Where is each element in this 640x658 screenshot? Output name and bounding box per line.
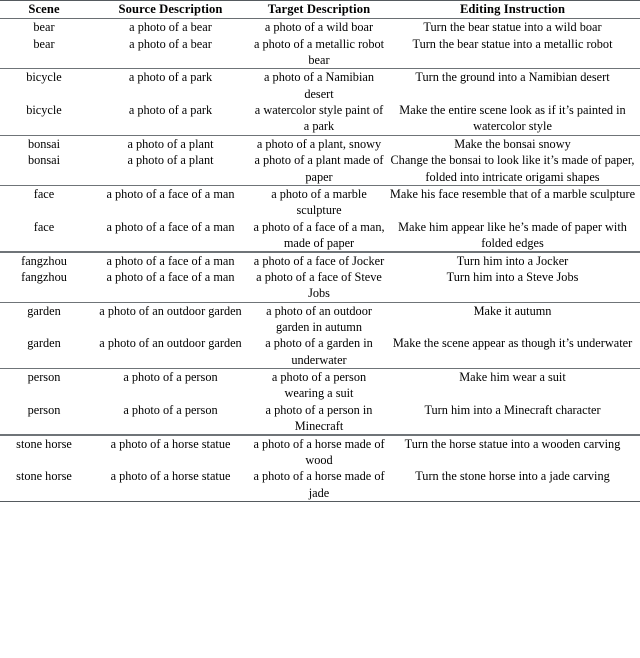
cell-editing-instruction: Turn him into a Minecraft character xyxy=(424,402,601,417)
cell-target-description: a photo of a person in Minecraft xyxy=(265,402,373,434)
cell-scene: stone horse xyxy=(16,436,72,451)
cell-editing-instruction: Make the bonsai snowy xyxy=(454,136,571,151)
table-header: Scene Source Description Target Descript… xyxy=(0,1,640,20)
cell-target-description: a photo of a horse made of wood xyxy=(253,436,385,467)
cell-source-description: a photo of an outdoor garden xyxy=(99,336,242,351)
cell-editing-instruction: Turn him into a Jocker xyxy=(456,253,569,268)
cell-target-description: a photo of a Namibian desert xyxy=(264,70,374,101)
cell-target-description: a photo of an outdoor garden in autumn xyxy=(266,303,372,334)
column-header-target-description: Target Description xyxy=(267,2,371,17)
cell-source-description: a photo of a plant xyxy=(127,153,214,168)
cell-scene: bear xyxy=(33,36,55,51)
cell-scene: garden xyxy=(27,336,61,351)
cell-editing-instruction: Make the scene appear as though it’s und… xyxy=(392,336,633,351)
table-row: bear a photo of a bear a photo of a wild b… xyxy=(0,19,640,35)
table-row: bicycle a photo of a park a photo of a Nam… xyxy=(0,69,640,102)
table-row: person a photo of a person a photo of a pe… xyxy=(0,402,640,435)
cell-source-description: a photo of a horse statue xyxy=(110,436,231,451)
table-row: bear a photo of a bear a photo of a metall… xyxy=(0,36,640,69)
cell-scene: face xyxy=(33,187,55,202)
cell-target-description: a photo of a plant made of paper xyxy=(254,153,384,184)
cell-editing-instruction: Make him wear a suit xyxy=(459,370,566,385)
cell-scene: face xyxy=(33,219,55,234)
table-row: face a photo of a face of a man a photo of… xyxy=(0,219,640,252)
cell-source-description: a photo of a person xyxy=(123,402,218,417)
cell-scene: bear xyxy=(33,20,55,35)
table-row: fangzhou a photo of a face of a man a phot… xyxy=(0,269,640,302)
column-header-scene: Scene xyxy=(28,2,60,17)
cell-target-description: a photo of a plant, snowy xyxy=(256,136,382,151)
table-row: garden a photo of an outdoor garden a phot… xyxy=(0,303,640,336)
column-header-editing-instruction: Editing Instruction xyxy=(459,2,566,17)
cell-target-description: a photo of a face of Jocker xyxy=(253,253,385,268)
table-bottom-rule xyxy=(0,500,640,503)
cell-editing-instruction: Turn the bear statue into a metallic rob… xyxy=(412,36,613,51)
table-row: stone horse a photo of a horse statue a ph… xyxy=(0,436,640,469)
cell-editing-instruction: Change the bonsai to look like it’s made… xyxy=(390,153,635,184)
cell-target-description: a photo of a face of a man, made of pape… xyxy=(253,219,385,251)
table-row: bicycle a photo of a park a watercolor sty… xyxy=(0,102,640,135)
cell-source-description: a photo of a face of a man xyxy=(106,219,235,234)
cell-scene: bonsai xyxy=(27,136,61,151)
cell-target-description: a photo of a wild boar xyxy=(264,20,374,35)
cell-scene: bonsai xyxy=(27,153,61,168)
cell-editing-instruction: Turn the bear statue into a wild boar xyxy=(423,20,602,35)
cell-source-description: a photo of a face of a man xyxy=(106,187,235,202)
cell-scene: fangzhou xyxy=(21,253,67,268)
cell-source-description: a photo of a face of a man xyxy=(106,253,235,268)
table-row: stone horse a photo of a horse statue a ph… xyxy=(0,468,640,501)
cell-target-description: a photo of a metallic robot bear xyxy=(253,36,385,67)
cell-editing-instruction: Turn him into a Steve Jobs xyxy=(446,269,579,284)
cell-scene: garden xyxy=(27,303,61,318)
cell-target-description: a photo of a garden in underwater xyxy=(265,336,373,367)
cell-target-description: a photo of a marble sculpture xyxy=(271,187,367,218)
cell-source-description: a photo of an outdoor garden xyxy=(99,303,242,318)
cell-editing-instruction: Make the entire scene look as if it’s pa… xyxy=(399,103,626,134)
cell-source-description: a photo of a bear xyxy=(129,36,212,51)
cell-scene: stone horse xyxy=(16,469,72,484)
cell-scene: bicycle xyxy=(26,103,62,118)
cell-target-description: a photo of a face of Steve Jobs xyxy=(256,269,382,301)
table-row: bonsai a photo of a plant a photo of a pla… xyxy=(0,136,640,152)
cell-scene: person xyxy=(27,370,61,385)
table-row: fangzhou a photo of a face of a man a phot… xyxy=(0,253,640,269)
cell-editing-instruction: Turn the horse statue into a wooden carv… xyxy=(404,436,621,451)
cell-target-description: a photo of a horse made of jade xyxy=(253,469,385,500)
header-row: Scene Source Description Target Descript… xyxy=(0,1,640,18)
table-row: garden a photo of an outdoor garden a phot… xyxy=(0,335,640,368)
editing-instruction-table: Scene Source Description Target Descript… xyxy=(0,1,640,501)
cell-editing-instruction: Make it autumn xyxy=(473,303,552,318)
cell-editing-instruction: Make him appear like he’s made of paper … xyxy=(398,219,627,251)
cell-scene: person xyxy=(27,402,61,417)
cell-editing-instruction: Turn the ground into a Namibian desert xyxy=(415,70,610,85)
cell-target-description: a watercolor style paint of a park xyxy=(254,103,384,134)
cell-scene: fangzhou xyxy=(21,269,67,284)
column-header-source-description: Source Description xyxy=(118,2,223,17)
cell-editing-instruction: Make his face resemble that of a marble … xyxy=(389,187,636,202)
table-row: person a photo of a person a photo of a pe… xyxy=(0,369,640,402)
cell-source-description: a photo of a park xyxy=(128,103,213,118)
cell-source-description: a photo of a park xyxy=(128,70,213,85)
table-row: bonsai a photo of a plant a photo of a pla… xyxy=(0,152,640,185)
cell-source-description: a photo of a horse statue xyxy=(110,469,231,484)
cell-source-description: a photo of a plant xyxy=(127,136,214,151)
cell-source-description: a photo of a face of a man xyxy=(106,269,235,284)
table-row: face a photo of a face of a man a photo of… xyxy=(0,186,640,219)
cell-source-description: a photo of a person xyxy=(123,370,218,385)
cell-scene: bicycle xyxy=(26,70,62,85)
table-body: bear a photo of a bear a photo of a wild b… xyxy=(0,19,640,501)
table-container: Scene Source Description Target Descript… xyxy=(0,0,640,503)
cell-editing-instruction: Turn the stone horse into a jade carving xyxy=(415,469,610,484)
cell-target-description: a photo of a person wearing a suit xyxy=(271,370,367,401)
cell-source-description: a photo of a bear xyxy=(129,20,212,35)
